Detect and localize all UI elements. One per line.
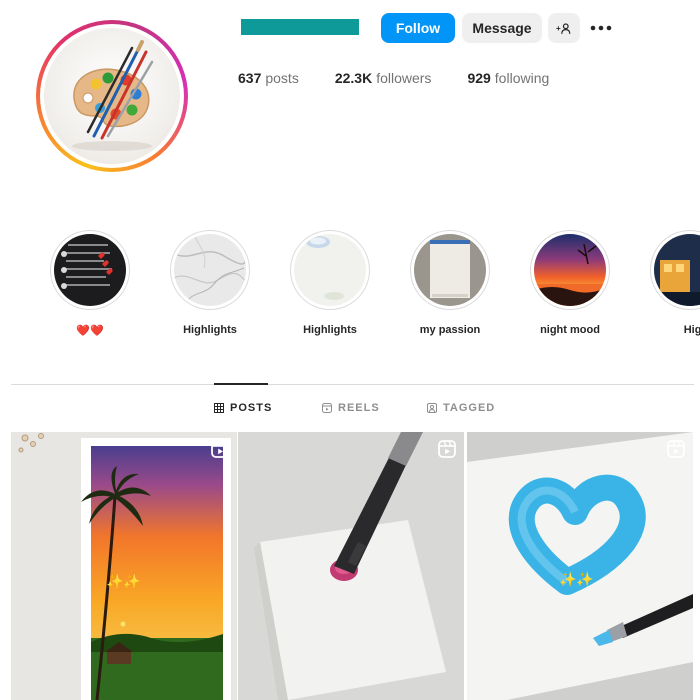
followers-count[interactable]: 22.3K followers <box>335 70 432 86</box>
followers-count-value: 22.3K <box>334 70 373 86</box>
posts-count-label: posts <box>265 70 299 86</box>
highlight-cover-ring <box>410 230 490 310</box>
reel-badge-icon <box>211 440 229 458</box>
avatar-art <box>72 40 154 151</box>
highlight-cover-art <box>654 234 700 306</box>
avatar-frame <box>40 24 184 168</box>
posts-count-value: 637 <box>238 70 262 86</box>
highlight-label: my passion <box>419 324 481 336</box>
highlight-cover-art <box>174 234 246 306</box>
highlight-cover-ring <box>290 230 370 310</box>
highlight-cover <box>414 234 486 306</box>
more-options-button[interactable] <box>588 16 614 40</box>
suggest-user-button[interactable]: + <box>548 13 580 43</box>
highlight-cover <box>534 234 606 306</box>
highlight-item[interactable]: night mood <box>510 230 630 336</box>
highlight-cover-ring <box>170 230 250 310</box>
post-sparkle-overlay: ✨✨ <box>106 573 141 590</box>
highlight-cover-art <box>414 234 486 306</box>
post-image: ✨✨ <box>11 432 237 700</box>
tab-posts[interactable]: POSTS <box>214 402 272 414</box>
post-tile[interactable] <box>238 432 464 700</box>
post-sparkle-overlay: ✨✨ <box>559 571 594 588</box>
highlight-label: ❤️❤️ <box>76 325 104 337</box>
reels-icon <box>322 403 332 413</box>
reel-badge-icon <box>667 440 685 458</box>
tab-posts-label: POSTS <box>230 402 273 414</box>
following-count[interactable]: 929 following <box>467 70 549 86</box>
tagged-icon <box>427 403 437 413</box>
grid-icon <box>214 403 224 413</box>
highlight-cover <box>654 234 700 306</box>
message-button[interactable]: Message <box>462 13 542 43</box>
post-tile[interactable]: ✨✨ <box>467 432 693 700</box>
highlight-label: Highli <box>683 324 700 336</box>
highlight-label: Highlights <box>303 324 357 336</box>
active-tab-indicator <box>214 383 268 385</box>
post-image: ✨✨ <box>467 432 693 700</box>
profile-stats: 637 posts 22.3K followers 929 following <box>238 70 549 86</box>
tab-reels[interactable]: REELS <box>322 402 380 414</box>
highlight-cover-ring <box>50 230 130 310</box>
highlight-cover-ring <box>650 230 700 310</box>
highlight-item[interactable]: Highlights <box>270 230 390 336</box>
reel-badge-icon <box>438 440 456 458</box>
highlight-cover <box>174 234 246 306</box>
highlight-cover-ring <box>530 230 610 310</box>
highlight-item[interactable]: ❤️❤️ <box>30 230 150 337</box>
followers-count-label: followers <box>376 70 432 86</box>
tab-tagged[interactable]: TAGGED <box>427 402 495 414</box>
follow-button[interactable]: Follow <box>381 13 455 43</box>
profile-tabs: POSTS REELS TAGGED <box>0 402 700 418</box>
highlight-item[interactable]: Highli <box>630 230 700 336</box>
highlight-cover-art <box>294 234 366 306</box>
more-options-icon <box>590 25 612 31</box>
svg-text:+: + <box>556 24 561 33</box>
following-count-label: following <box>494 70 550 86</box>
post-tile[interactable]: ✨✨ <box>11 432 237 700</box>
tabs-divider <box>11 384 694 385</box>
username-redacted <box>241 19 359 35</box>
highlight-cover <box>54 234 126 306</box>
profile-avatar[interactable] <box>36 20 188 172</box>
following-count-value: 929 <box>467 70 491 86</box>
post-image <box>238 432 464 700</box>
highlight-cover-art <box>534 234 606 306</box>
highlight-label: Highlights <box>183 324 237 336</box>
story-highlights: ❤️❤️ Highlights Highlights my passion ni… <box>0 230 700 340</box>
paint-palette-icon <box>44 28 180 164</box>
add-user-icon: + <box>556 22 571 34</box>
highlight-cover-art <box>54 234 126 306</box>
posts-count: 637 posts <box>238 70 299 86</box>
highlight-cover <box>294 234 366 306</box>
highlight-item[interactable]: my passion <box>390 230 510 336</box>
tab-tagged-label: TAGGED <box>443 402 496 414</box>
highlight-label: night mood <box>540 324 600 336</box>
tab-reels-label: REELS <box>338 402 380 414</box>
highlight-item[interactable]: Highlights <box>150 230 270 336</box>
